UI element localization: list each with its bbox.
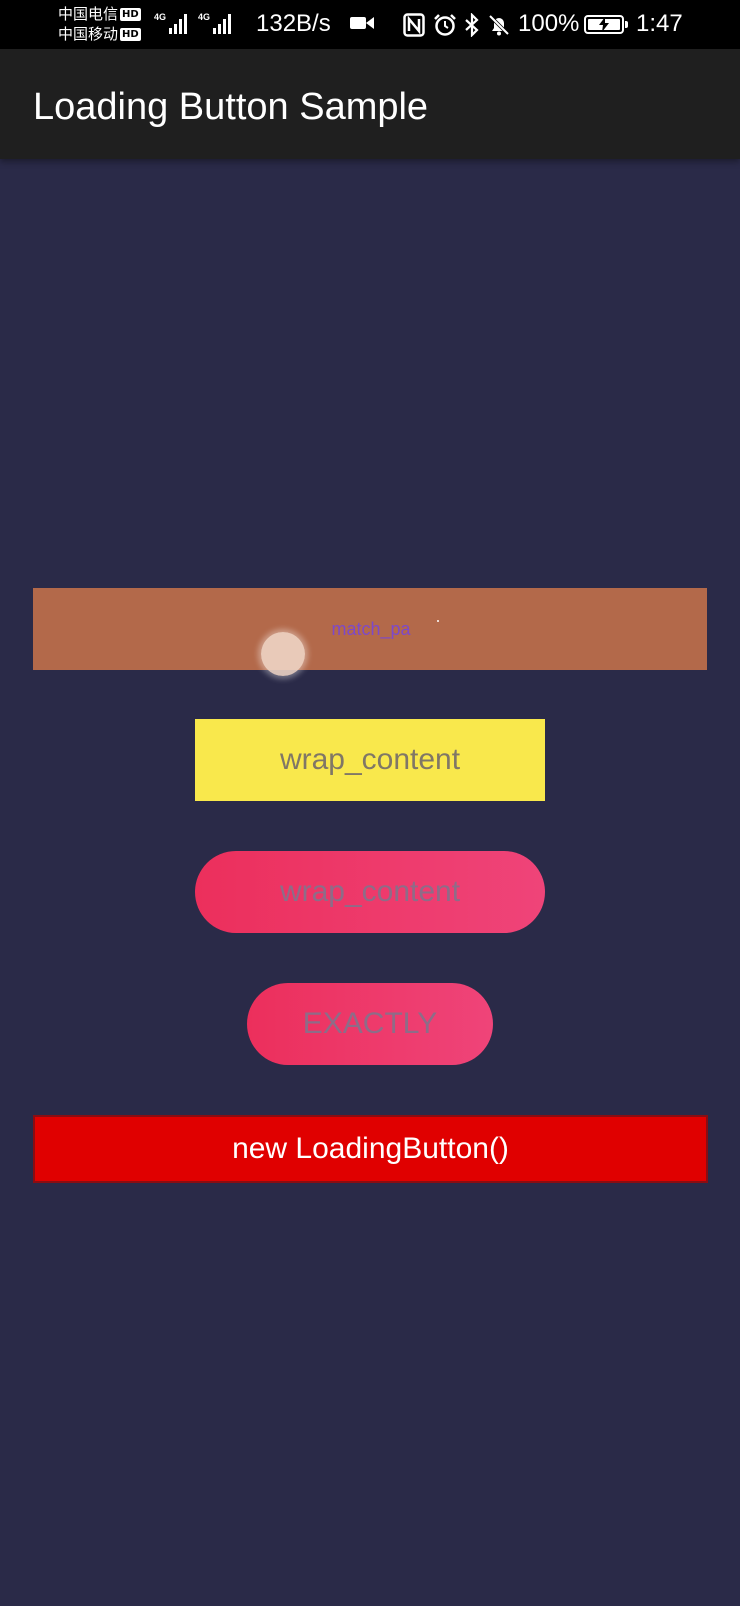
- new-loading-button[interactable]: new LoadingButton(): [33, 1115, 708, 1183]
- battery-percent: 100%: [518, 10, 580, 37]
- network-type-1: 4G: [154, 12, 167, 22]
- video-camera-icon: [350, 17, 374, 29]
- network-speed: 132B/s: [256, 10, 331, 37]
- battery-charging-icon: [584, 15, 628, 34]
- hd-badge-1: HD: [120, 8, 141, 21]
- clock: 1:47: [636, 10, 683, 37]
- carrier-1-name: 中国电信: [58, 5, 119, 23]
- nfc-icon: [403, 13, 425, 37]
- carrier-1: 中国电信 HD: [58, 4, 141, 24]
- match-parent-loading-button[interactable]: match_pa: [33, 588, 707, 670]
- match-parent-label: match_pa: [331, 618, 411, 639]
- exactly-button[interactable]: EXACTLY: [247, 983, 493, 1065]
- new-loading-button-label: new LoadingButton(): [232, 1132, 509, 1165]
- wrap-content-rect-button[interactable]: wrap_content: [195, 719, 545, 801]
- wrap-content-round-button[interactable]: wrap_content: [195, 851, 545, 933]
- loading-dot: [437, 620, 439, 622]
- bluetooth-icon: [465, 13, 479, 37]
- alarm-icon: [434, 14, 456, 36]
- hd-badge-2: HD: [120, 28, 141, 41]
- status-bar: 中国电信 HD 中国移动 HD 4G 4G 132B/s 100% 1:47: [0, 0, 740, 49]
- signal-2-icon: 4G: [198, 12, 232, 34]
- carrier-2-name: 中国移动: [58, 25, 119, 43]
- mute-bell-icon: [488, 14, 510, 36]
- carrier-info: 中国电信 HD 中国移动 HD: [58, 4, 141, 44]
- signal-1-icon: 4G: [154, 12, 188, 34]
- app-title: Loading Button Sample: [33, 86, 429, 128]
- network-type-2: 4G: [198, 12, 211, 22]
- exactly-label: EXACTLY: [302, 1007, 438, 1040]
- wrap-content-rect-label: wrap_content: [279, 743, 461, 776]
- carrier-2: 中国移动 HD: [58, 24, 141, 44]
- touch-ripple: [261, 632, 305, 676]
- wrap-content-round-label: wrap_content: [279, 875, 461, 908]
